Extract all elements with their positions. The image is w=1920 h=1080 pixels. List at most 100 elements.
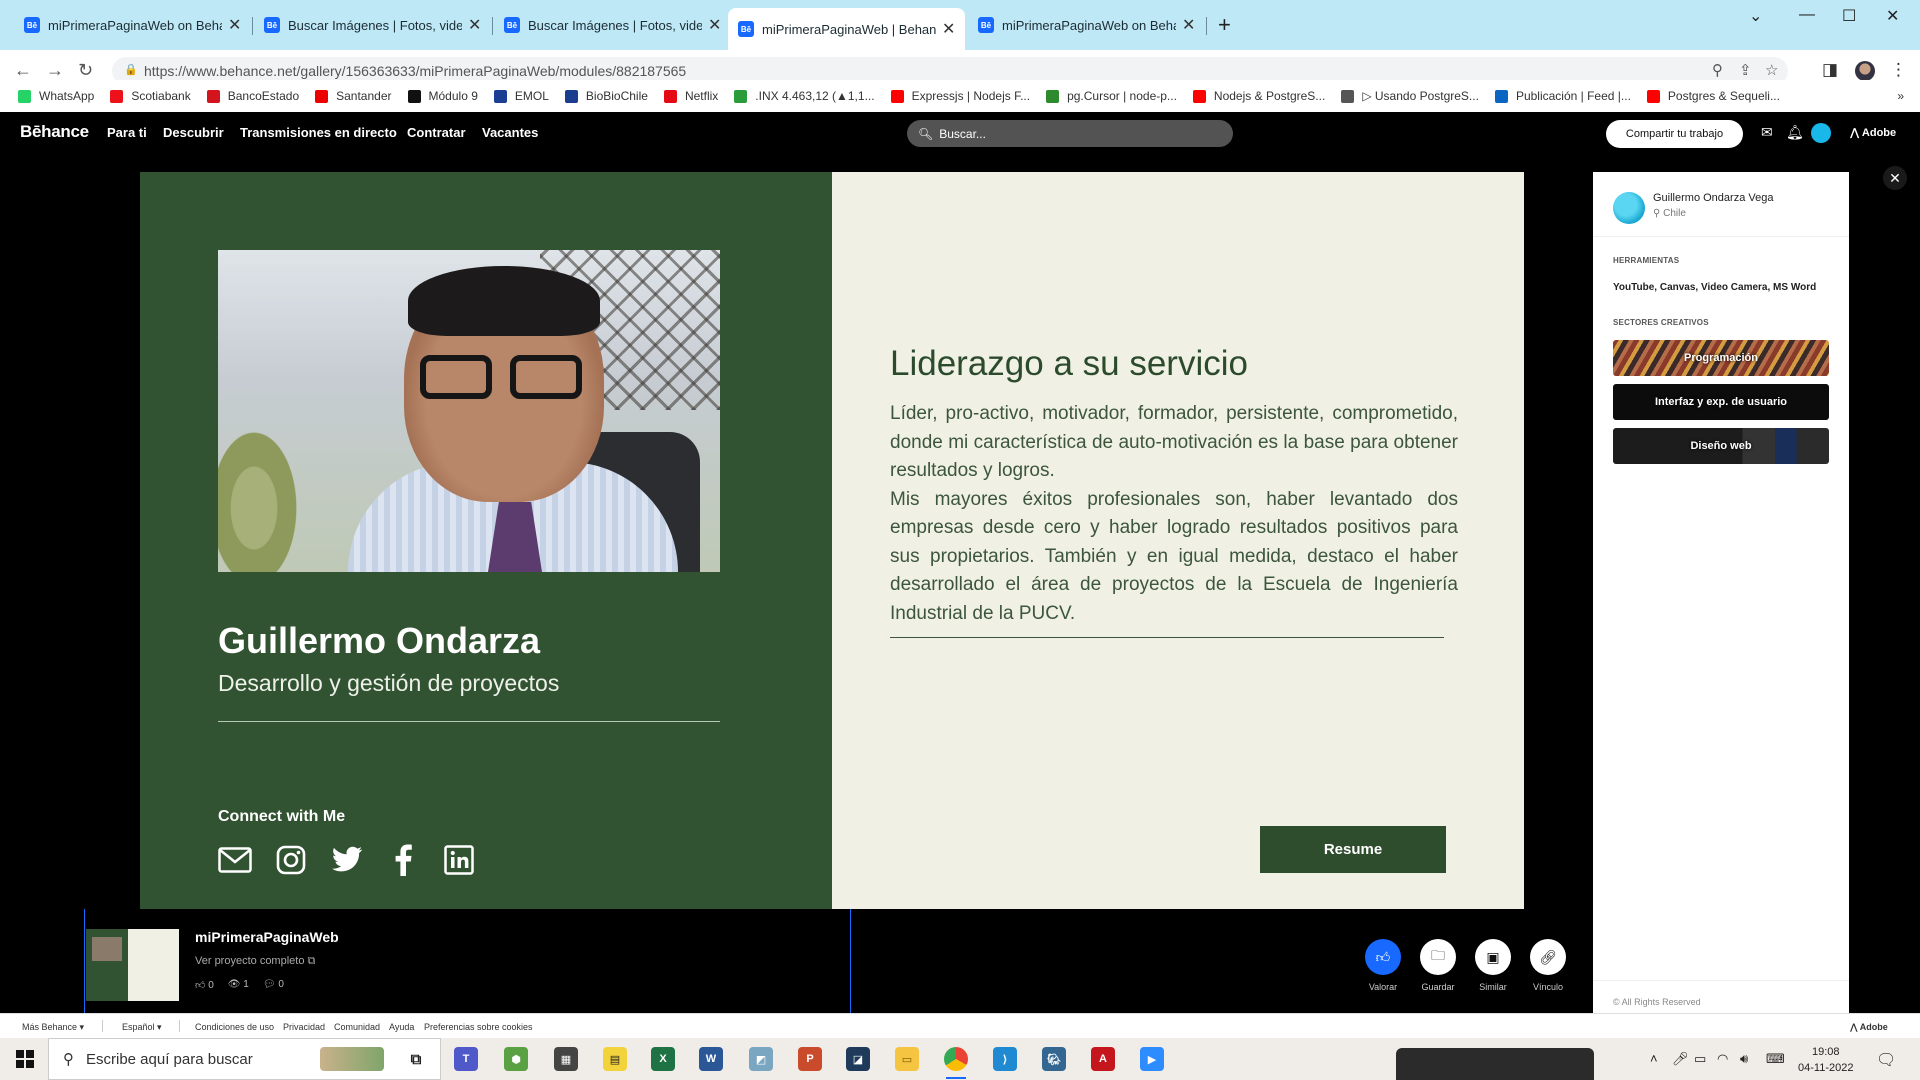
footer-link-cookies[interactable]: Preferencias sobre cookies [424, 1022, 533, 1032]
bookmark-star-icon[interactable]: ☆ [1765, 61, 1778, 79]
save-button[interactable]: 🗀 Guardar [1418, 939, 1458, 992]
share-work-button[interactable]: Compartir tu trabajo [1606, 120, 1743, 148]
wifi-icon[interactable]: ◠ [1717, 1051, 1728, 1067]
bookmark-item[interactable]: ▷ Usando PostgreS... [1341, 89, 1479, 103]
more-behance-menu[interactable]: Más Behance ▾ [22, 1022, 84, 1033]
bookmarks-overflow-icon[interactable]: » [1897, 89, 1904, 103]
zoom-icon[interactable]: ⚲ [1712, 61, 1723, 79]
close-tab-icon[interactable]: ✕ [708, 15, 721, 35]
footer-link-terms[interactable]: Condiciones de uso [195, 1022, 274, 1032]
footer-link-privacy[interactable]: Privacidad [283, 1022, 325, 1032]
profile-avatar[interactable] [1855, 61, 1875, 81]
tab-search-icon[interactable]: ⌄ [1749, 6, 1762, 26]
browser-tab[interactable]: Bē Buscar Imágenes | Fotos, videos, ✕ [254, 8, 491, 42]
sector-tag-ux[interactable]: Interfaz y exp. de usuario [1613, 384, 1829, 420]
nav-contratar[interactable]: Contratar [407, 125, 466, 140]
task-view-icon[interactable]: ⧉ [404, 1047, 428, 1071]
close-window-icon[interactable]: ✕ [1886, 6, 1899, 26]
microphone-icon[interactable]: 🎤︎ [1672, 1051, 1689, 1067]
notification-bell-icon[interactable]: 🔔︎ [1786, 124, 1804, 141]
language-menu[interactable]: Español ▾ [122, 1022, 162, 1033]
sector-tag-diseno-web[interactable]: Diseño web [1613, 428, 1829, 464]
nav-descubrir[interactable]: Descubrir [163, 125, 224, 140]
bookmark-item[interactable]: .INX 4.463,12 (▲1,1... [734, 89, 875, 103]
battery-icon[interactable]: ▭ [1694, 1051, 1706, 1067]
bookmark-item[interactable]: Santander [315, 89, 392, 103]
notifications-icon[interactable]: 🗨︎ [1876, 1050, 1896, 1070]
acrobat-icon[interactable]: A [1091, 1047, 1115, 1071]
close-tab-icon[interactable]: ✕ [228, 15, 241, 35]
similar-button[interactable]: ▣ Similar [1473, 939, 1513, 992]
vscode-icon[interactable]: ⟩ [993, 1047, 1017, 1071]
forward-icon[interactable]: → [46, 60, 64, 81]
file-explorer-icon[interactable]: ▭ [895, 1047, 919, 1071]
project-title[interactable]: miPrimeraPaginaWeb [195, 929, 339, 945]
tray-expand-icon[interactable]: ˄ [1650, 1051, 1658, 1066]
chrome-icon[interactable] [944, 1047, 968, 1079]
close-project-icon[interactable]: ✕ [1883, 166, 1907, 190]
view-full-project-link[interactable]: Ver proyecto completo ⧉ [195, 955, 315, 968]
twitter-icon[interactable] [330, 844, 364, 876]
footer-link-help[interactable]: Ayuda [389, 1022, 414, 1032]
calculator-icon[interactable]: ▦ [554, 1047, 578, 1071]
menu-kebab-icon[interactable]: ⋮ [1890, 60, 1907, 80]
powerpoint-icon[interactable]: P [798, 1047, 822, 1071]
linkedin-icon[interactable] [442, 844, 476, 876]
excel-icon[interactable]: X [651, 1047, 675, 1071]
instagram-icon[interactable] [274, 844, 308, 876]
bookmark-item[interactable]: pg.Cursor | node-p... [1046, 89, 1177, 103]
mail-icon[interactable] [218, 844, 252, 876]
sector-tag-programacion[interactable]: Programación [1613, 340, 1829, 376]
back-icon[interactable]: ← [14, 60, 32, 81]
browser-tab[interactable]: Bē miPrimeraPaginaWeb on Behance ✕ [968, 8, 1205, 42]
tools-list[interactable]: YouTube, Canvas, Video Camera, MS Word [1613, 282, 1816, 293]
system-clock[interactable]: 19:08 04-11-2022 [1798, 1044, 1853, 1076]
zoom-meeting-controls[interactable] [1396, 1048, 1594, 1080]
bookmark-item[interactable]: Scotiabank [110, 89, 191, 103]
resume-button[interactable]: Resume [1260, 826, 1446, 873]
lock-icon[interactable]: 🔒 [124, 63, 138, 76]
bookmark-item[interactable]: BioBioChile [564, 89, 648, 103]
project-thumbnail[interactable] [86, 929, 179, 1001]
behance-logo[interactable]: Bēhance [20, 122, 89, 142]
share-icon[interactable]: ⇪ [1739, 61, 1752, 79]
bookmark-item[interactable]: Postgres & Sequeli... [1646, 89, 1780, 103]
nodejs-icon[interactable]: ⬢ [504, 1047, 528, 1071]
owner-name[interactable]: Guillermo Ondarza Vega [1653, 192, 1773, 204]
nav-transmisiones[interactable]: Transmisiones en directo [240, 125, 397, 140]
mail-icon[interactable]: ✉ [1761, 124, 1773, 141]
facebook-icon[interactable] [386, 844, 420, 876]
nav-vacantes[interactable]: Vacantes [482, 125, 538, 140]
bookmark-item[interactable]: Publicación | Feed |... [1494, 89, 1631, 103]
bookmark-item[interactable]: WhatsApp [18, 89, 94, 103]
adobe-logo[interactable]: ⋀ Adobe [1850, 1022, 1888, 1033]
bookmark-item[interactable]: Expressjs | Nodejs F... [890, 89, 1030, 103]
close-tab-icon[interactable]: ✕ [1182, 15, 1195, 35]
maximize-icon[interactable]: ☐ [1842, 6, 1856, 26]
close-tab-icon[interactable]: ✕ [942, 19, 955, 39]
browser-tab[interactable]: Bē Buscar Imágenes | Fotos, videos, ✕ [494, 8, 731, 42]
browser-tab-active[interactable]: Bē miPrimeraPaginaWeb | Behance ✕ [728, 8, 966, 50]
reload-icon[interactable]: ↻ [78, 60, 93, 81]
bookmark-item[interactable]: Netflix [663, 89, 718, 103]
bookmark-item[interactable]: Módulo 9 [407, 89, 478, 103]
browser-tab[interactable]: Bē miPrimeraPaginaWeb on Behance ✕ [14, 8, 251, 42]
adobe-logo[interactable]: ⋀ Adobe [1850, 126, 1896, 139]
owner-avatar[interactable] [1613, 192, 1645, 224]
sticky-notes-icon[interactable]: ▤ [603, 1047, 627, 1071]
url-text[interactable]: https://www.behance.net/gallery/15636363… [144, 63, 686, 79]
windows-start-icon[interactable] [16, 1050, 34, 1068]
postgresql-icon[interactable]: 🐘︎ [1042, 1047, 1066, 1071]
photos-icon[interactable]: ◩ [749, 1047, 773, 1071]
close-tab-icon[interactable]: ✕ [468, 15, 481, 35]
link-button[interactable]: 🔗︎ Vínculo [1528, 939, 1568, 992]
bookmark-item[interactable]: EMOL [493, 89, 549, 103]
user-avatar[interactable] [1811, 123, 1831, 143]
bookmark-item[interactable]: Nodejs & PostgreS... [1192, 89, 1325, 103]
search-highlight-icon[interactable] [320, 1047, 384, 1071]
zoom-icon[interactable]: ▶ [1140, 1047, 1164, 1071]
keyboard-icon[interactable]: ⌨ [1766, 1051, 1785, 1067]
bookmark-item[interactable]: BancoEstado [206, 89, 299, 103]
behance-search-input[interactable]: 🔍︎ Buscar... [907, 120, 1233, 147]
minimize-icon[interactable]: — [1799, 6, 1815, 24]
